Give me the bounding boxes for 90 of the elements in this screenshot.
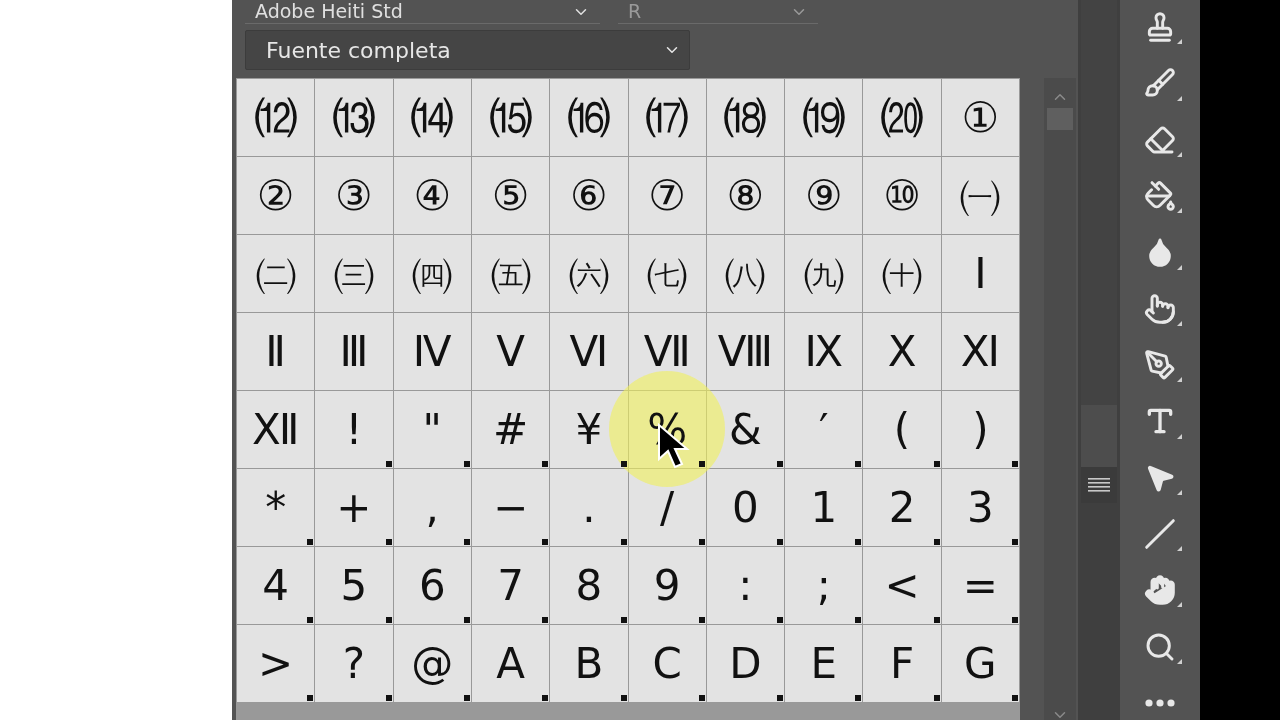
glyph-cell[interactable]: Ⅷ: [706, 313, 785, 390]
glyph-cell[interactable]: Ⅳ: [393, 313, 471, 390]
glyph-cell[interactable]: ㈥: [550, 235, 628, 312]
glyph-cell[interactable]: ": [393, 391, 471, 468]
glyph-cell[interactable]: ㈢: [315, 235, 393, 312]
glyph-cell[interactable]: ⒄: [628, 79, 706, 156]
glyph-cell[interactable]: ): [941, 391, 1019, 468]
glyph-cell[interactable]: +: [315, 469, 393, 546]
glyph-cell[interactable]: (: [863, 391, 941, 468]
more-icon: [1145, 698, 1175, 707]
glyph-cell[interactable]: −: [471, 469, 550, 546]
glyph-cell[interactable]: Ⅶ: [628, 313, 706, 390]
glyph-cell[interactable]: ?: [315, 625, 393, 702]
glyph-cell[interactable]: ⒀: [315, 79, 393, 156]
glyph-cell[interactable]: D: [706, 625, 785, 702]
glyph-cell[interactable]: ㈩: [863, 235, 941, 312]
glyph-cell[interactable]: ⑦: [628, 157, 706, 234]
glyph-cell[interactable]: 6: [393, 547, 471, 624]
glyph-cell[interactable]: C: [628, 625, 706, 702]
glyph-cell[interactable]: ⑤: [471, 157, 550, 234]
glyph-cell[interactable]: 3: [941, 469, 1019, 546]
glyph-cell[interactable]: Ⅵ: [550, 313, 628, 390]
glyph-cell[interactable]: ¥: [550, 391, 628, 468]
glyph-cell[interactable]: E: [785, 625, 863, 702]
glyph-cell[interactable]: ㈦: [628, 235, 706, 312]
glyph-cell[interactable]: ⒇: [863, 79, 941, 156]
font-family-dropdown[interactable]: Adobe Heiti Std: [245, 0, 600, 24]
glyph-cell[interactable]: ㈧: [706, 235, 785, 312]
glyph-cell[interactable]: ⒃: [550, 79, 628, 156]
glyph-cell[interactable]: >: [237, 625, 315, 702]
scrollbar[interactable]: [1044, 78, 1076, 720]
glyph-cell[interactable]: Ⅺ: [941, 313, 1019, 390]
glyph-cell[interactable]: ㈡: [237, 235, 315, 312]
glyph-cell[interactable]: ㈨: [785, 235, 863, 312]
glyph-cell[interactable]: ③: [315, 157, 393, 234]
glyph-cell[interactable]: *: [237, 469, 315, 546]
glyph-set-dropdown[interactable]: Fuente completa: [245, 30, 690, 70]
glyph-cell[interactable]: Ⅰ: [941, 235, 1019, 312]
finger-icon: [1144, 292, 1176, 325]
panel-resize-handle[interactable]: [1081, 467, 1117, 503]
glyph-cell[interactable]: ′: [785, 391, 863, 468]
glyph-cell[interactable]: ⑩: [863, 157, 941, 234]
glyph-cell[interactable]: Ⅸ: [785, 313, 863, 390]
glyph-cell[interactable]: ①: [941, 79, 1019, 156]
glyph-cell[interactable]: ⒂: [471, 79, 550, 156]
glyph-cell[interactable]: 0: [706, 469, 785, 546]
glyph-cell[interactable]: ⑨: [785, 157, 863, 234]
glyph-cell[interactable]: Ⅹ: [863, 313, 941, 390]
glyph-cell[interactable]: ⑿: [237, 79, 315, 156]
glyph-cell[interactable]: ㈤: [471, 235, 550, 312]
glyph-cell[interactable]: <: [863, 547, 941, 624]
glyph-cell[interactable]: &: [706, 391, 785, 468]
glyph-cell[interactable]: Ⅲ: [315, 313, 393, 390]
glyph-cell[interactable]: 1: [785, 469, 863, 546]
glyph-cell[interactable]: G: [941, 625, 1019, 702]
glyph-cell[interactable]: ⑥: [550, 157, 628, 234]
glyph-cell[interactable]: ⒁: [393, 79, 471, 156]
line-icon: [1144, 517, 1176, 550]
glyph-cell[interactable]: ⒆: [785, 79, 863, 156]
glyph-cell[interactable]: A: [471, 625, 550, 702]
grip-lines-icon: [1088, 477, 1110, 493]
glyph-cell[interactable]: Ⅻ: [237, 391, 315, 468]
glyph-cell[interactable]: 4: [237, 547, 315, 624]
glyph-cell[interactable]: 2: [863, 469, 941, 546]
glyph-cell[interactable]: =: [941, 547, 1019, 624]
hand-icon: [1144, 574, 1176, 607]
glyph-cell[interactable]: :: [706, 547, 785, 624]
glyph-cell[interactable]: ⒅: [706, 79, 785, 156]
glyph-cell[interactable]: !: [315, 391, 393, 468]
glyph-cell[interactable]: ②: [237, 157, 315, 234]
glyph-cell[interactable]: 8: [550, 547, 628, 624]
glyph-cell[interactable]: ;: [785, 547, 863, 624]
glyph-cell[interactable]: Ⅴ: [471, 313, 550, 390]
pen-nib-icon: [1144, 349, 1176, 382]
glyph-cell[interactable]: 7: [471, 547, 550, 624]
glyph-cell[interactable]: B: [550, 625, 628, 702]
glyph-cell[interactable]: /: [628, 469, 706, 546]
glyph-cell[interactable]: ④: [393, 157, 471, 234]
glyph-cell[interactable]: Ⅱ: [237, 313, 315, 390]
glyph-cell[interactable]: F: [863, 625, 941, 702]
glyph-cell[interactable]: .: [550, 469, 628, 546]
glyph-cell[interactable]: 5: [315, 547, 393, 624]
glyph-cell[interactable]: ㈣: [393, 235, 471, 312]
glyph-cell[interactable]: ,: [393, 469, 471, 546]
glyph-cell[interactable]: @: [393, 625, 471, 702]
glyph-cell[interactable]: ⑧: [706, 157, 785, 234]
paint-bucket-icon: [1144, 180, 1176, 213]
glyph-cell[interactable]: ㈠: [941, 157, 1019, 234]
glyph-cell[interactable]: #: [471, 391, 550, 468]
glyph-cell[interactable]: 9: [628, 547, 706, 624]
